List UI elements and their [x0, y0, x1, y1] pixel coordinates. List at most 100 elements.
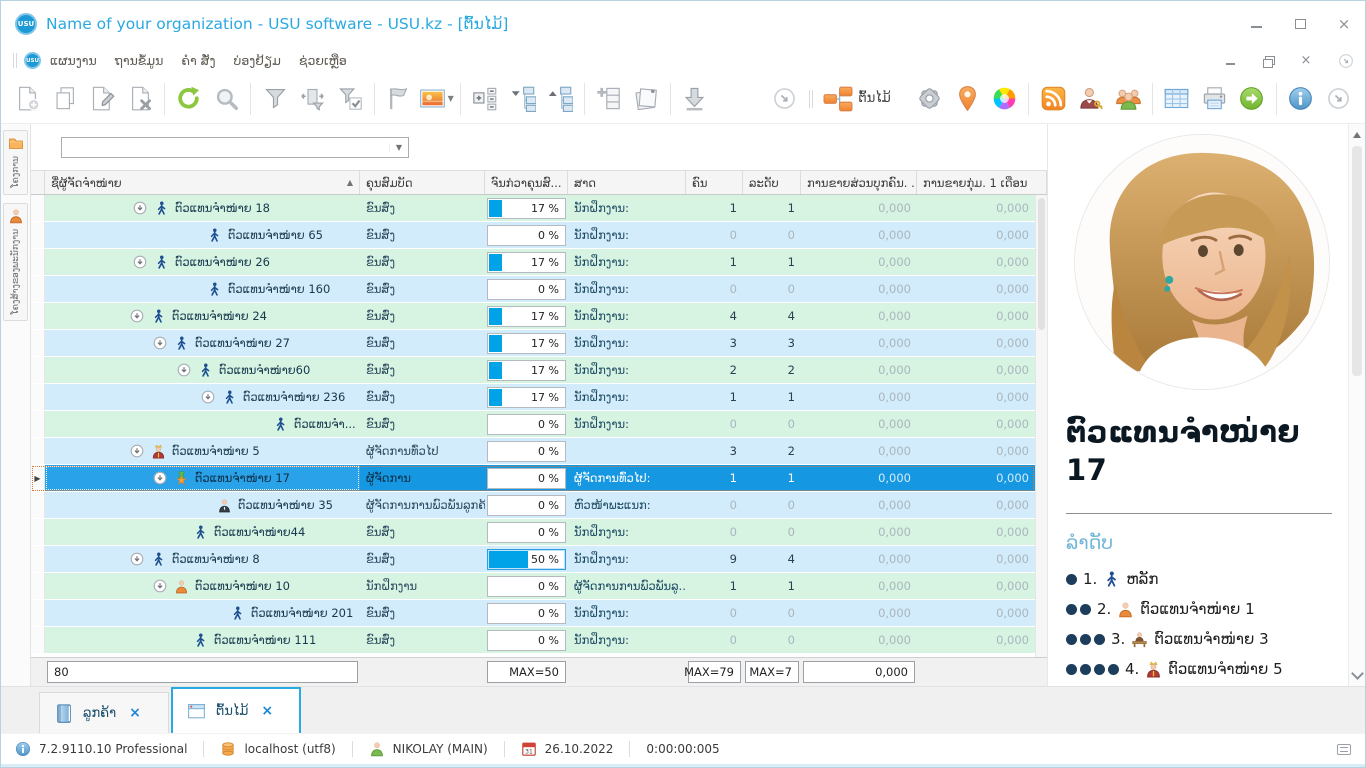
refresh-button[interactable]	[170, 79, 208, 119]
people-count[interactable]: 0	[686, 627, 743, 653]
expand-boxes-button[interactable]	[466, 79, 504, 119]
progress-cell[interactable]: 0 %	[485, 519, 568, 545]
level-count[interactable]: 0	[743, 492, 801, 518]
personal-sales[interactable]: 0,000	[801, 222, 917, 248]
progress-cell[interactable]: 17 %	[485, 330, 568, 356]
qualification-cell[interactable]: ຂົນສົ່ງ	[360, 627, 485, 653]
group-sales[interactable]: 0,000	[917, 357, 1035, 383]
qualification-cell[interactable]: ຂົນສົ່ງ	[360, 411, 485, 437]
group-sales[interactable]: 0,000	[917, 600, 1035, 626]
add-row-button[interactable]	[590, 79, 628, 119]
table-row[interactable]: ຕົວແທນຈຳໜ່າຍ60ຂົນສົ່ງ17 %ນັກຝຶກງານ:220,0…	[31, 357, 1035, 384]
personal-sales[interactable]: 0,000	[801, 627, 917, 653]
next-qualification-cell[interactable]: ນັກຝຶກງານ:	[568, 195, 686, 221]
people-count[interactable]: 0	[686, 411, 743, 437]
personal-sales[interactable]: 0,000	[801, 195, 917, 221]
scroll-up-icon[interactable]	[1353, 132, 1361, 138]
people-button[interactable]	[1110, 79, 1148, 119]
progress-cell[interactable]: 0 %	[485, 222, 568, 248]
document-tab[interactable]: ລູກຄ້າ×	[39, 692, 169, 733]
people-count[interactable]: 3	[686, 330, 743, 356]
level-count[interactable]: 2	[743, 357, 801, 383]
picture-button[interactable]: ▼	[417, 79, 455, 119]
doc-restore-button[interactable]	[1261, 54, 1275, 68]
personal-sales[interactable]: 0,000	[801, 600, 917, 626]
level-count[interactable]: 0	[743, 276, 801, 302]
tree-name-cell[interactable]: ຕົວແທນຈຳໜ່າຍ 160	[45, 276, 360, 302]
personal-sales[interactable]: 0,000	[801, 546, 917, 572]
grid-vertical-scrollbar[interactable]	[1035, 195, 1047, 657]
level-count[interactable]: 1	[743, 384, 801, 410]
funnel-check-button[interactable]	[331, 79, 369, 119]
next-qualification-cell[interactable]: ນັກຝຶກງານ:	[568, 330, 686, 356]
personal-sales[interactable]: 0,000	[801, 438, 917, 464]
tree-name-cell[interactable]: ຕົວແທນຈຳ...	[45, 411, 360, 437]
level-count[interactable]: 4	[743, 303, 801, 329]
tree-name-cell[interactable]: ຕົວແທນຈຳໜ່າຍ 35	[45, 492, 360, 518]
group-sales[interactable]: 0,000	[917, 411, 1035, 437]
combo-dropdown-icon[interactable]: ▼	[389, 143, 408, 152]
info-button[interactable]	[1282, 79, 1320, 119]
progress-cell[interactable]: 0 %	[485, 276, 568, 302]
next-qualification-cell[interactable]: ນັກຝຶກງານ:	[568, 357, 686, 383]
level-count[interactable]: 4	[743, 546, 801, 572]
personal-sales[interactable]: 0,000	[801, 276, 917, 302]
color-wheel-button[interactable]	[986, 79, 1024, 119]
table-row[interactable]: ຕົວແທນຈຳໜ່າຍ 5ຜູ້ຈັດການທົ່ວໄປ0 %320,0000…	[31, 438, 1035, 465]
filter-columns-button[interactable]	[294, 79, 332, 119]
progress-cell[interactable]: 17 %	[485, 195, 568, 221]
table-row[interactable]: ຕົວແທນຈຳໜ່າຍ 160ຂົນສົ່ງ0 %ນັກຝຶກງານ:000,…	[31, 276, 1035, 303]
people-count[interactable]: 0	[686, 519, 743, 545]
next-qualification-cell[interactable]: ນັກຝຶກງານ:	[568, 222, 686, 248]
group-sales[interactable]: 0,000	[917, 519, 1035, 545]
group-sales[interactable]: 0,000	[917, 195, 1035, 221]
personal-sales[interactable]: 0,000	[801, 303, 917, 329]
table-row[interactable]: ຕົວແທນຈຳ...ຂົນສົ່ງ0 %ນັກຝຶກງານ:000,0000,…	[31, 411, 1035, 438]
people-count[interactable]: 0	[686, 600, 743, 626]
tree-name-cell[interactable]: ຕົວແທນຈຳໜ່າຍ 8	[45, 546, 360, 572]
group-sales[interactable]: 0,000	[917, 438, 1035, 464]
expander-icon[interactable]	[153, 471, 167, 485]
search-button[interactable]	[208, 79, 246, 119]
level-count[interactable]: 3	[743, 330, 801, 356]
group-sales[interactable]: 0,000	[917, 546, 1035, 572]
progress-cell[interactable]: 0 %	[485, 492, 568, 518]
expander-icon[interactable]	[177, 363, 191, 377]
qualification-cell[interactable]: ຂົນສົ່ງ	[360, 519, 485, 545]
qualification-cell[interactable]: ຂົນສົ່ງ	[360, 546, 485, 572]
panel-scroll-thumb[interactable]	[1352, 146, 1362, 376]
tab-close-icon[interactable]: ×	[129, 705, 141, 721]
funnel-button[interactable]	[256, 79, 294, 119]
menu-item[interactable]: ແຜນງານ	[50, 53, 97, 68]
tree-name-cell[interactable]: ຕົວແທນຈຳໜ່າຍ 18	[45, 195, 360, 221]
expander-icon[interactable]	[153, 336, 167, 350]
people-count[interactable]: 3	[686, 438, 743, 464]
menu-item[interactable]: ຄຳ ສັ່ງ	[181, 53, 215, 68]
personal-sales[interactable]: 0,000	[801, 330, 917, 356]
people-count[interactable]: 1	[686, 465, 743, 491]
progress-cell[interactable]: 17 %	[485, 249, 568, 275]
level-count[interactable]: 2	[743, 438, 801, 464]
expander-icon[interactable]	[133, 255, 147, 269]
grid-scroll-thumb[interactable]	[1038, 198, 1045, 330]
column-header[interactable]: ຈົນກ່ວາຄຸນສົ...	[485, 171, 568, 194]
group-sales[interactable]: 0,000	[917, 276, 1035, 302]
circle-arrow-button[interactable]	[765, 79, 803, 119]
column-header[interactable]: ຄຸນສົມບັດ	[360, 171, 485, 194]
progress-cell[interactable]: 17 %	[485, 303, 568, 329]
people-count[interactable]: 9	[686, 546, 743, 572]
person-key-button[interactable]	[1072, 79, 1110, 119]
people-count[interactable]: 0	[686, 222, 743, 248]
expander-icon[interactable]	[130, 444, 144, 458]
level-count[interactable]: 1	[743, 249, 801, 275]
group-sales[interactable]: 0,000	[917, 627, 1035, 653]
column-header[interactable]: ສາດ	[568, 171, 686, 194]
progress-cell[interactable]: 0 %	[485, 438, 568, 464]
next-qualification-cell[interactable]: ນັກຝຶກງານ:	[568, 411, 686, 437]
personal-sales[interactable]: 0,000	[801, 465, 917, 491]
menu-item[interactable]: ບ່ອງຢ້ຽມ	[234, 53, 281, 68]
people-count[interactable]: 0	[686, 492, 743, 518]
qualification-cell[interactable]: ຂົນສົ່ງ	[360, 276, 485, 302]
close-button[interactable]: ×	[1337, 17, 1351, 31]
filter-input[interactable]	[62, 140, 389, 154]
